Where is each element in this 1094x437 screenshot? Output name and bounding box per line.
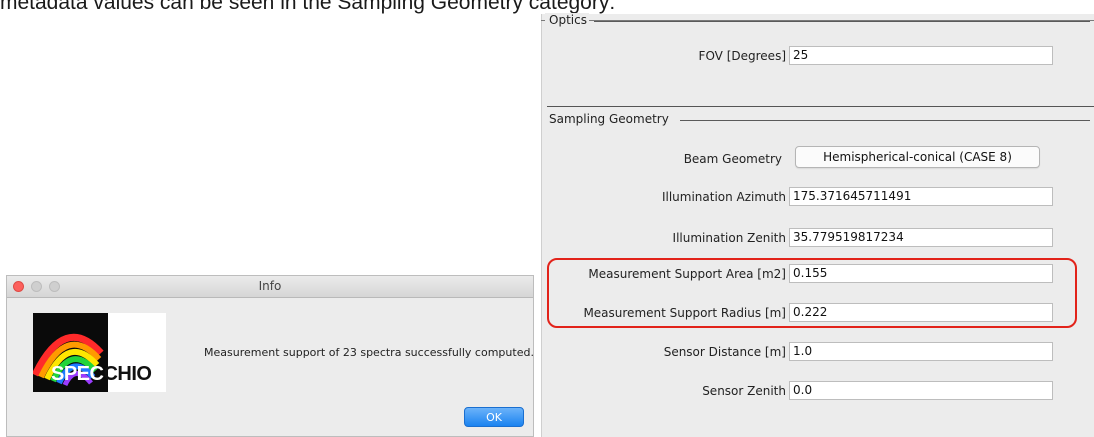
logo-text: SPECCHIO <box>51 363 152 386</box>
sampling-separator-line <box>547 106 1094 107</box>
metadata-panel <box>541 14 1094 437</box>
sampling-group-title: Sampling Geometry <box>545 112 671 128</box>
sensor-distance-label: Sensor Distance [m] <box>663 345 786 359</box>
caption-text: metadata values can be seen in the Sampl… <box>0 0 616 14</box>
specchio-rainbow-logo: SPECCHIO <box>33 313 166 392</box>
sensor-distance-field[interactable]: 1.0 <box>789 342 1053 361</box>
dialog-message: Measurement support of 23 spectra succes… <box>204 346 534 359</box>
dialog-titlebar[interactable]: Info <box>7 276 533 298</box>
dialog-title: Info <box>258 279 282 293</box>
fov-label: FOV [Degrees] <box>698 49 786 63</box>
highlight-annotation-box <box>547 258 1077 328</box>
illumination-zenith-field[interactable]: 35.779519817234 <box>789 228 1053 247</box>
beam-geometry-dropdown[interactable]: Hemispherical-conical (CASE 8) <box>795 146 1040 168</box>
beam-geometry-label: Beam Geometry <box>683 152 782 166</box>
illumination-azimuth-label: Illumination Azimuth <box>661 190 786 204</box>
sensor-zenith-field[interactable]: 0.0 <box>789 381 1053 400</box>
optics-group-line <box>594 21 1090 22</box>
illumination-azimuth-field[interactable]: 175.371645711491 <box>789 187 1053 206</box>
illumination-zenith-label: Illumination Zenith <box>672 231 786 245</box>
logo-text-chio: CHIO <box>103 363 152 385</box>
ok-button[interactable]: OK <box>464 407 524 427</box>
info-dialog: Info SPECCHIO Measurement support of 23 … <box>6 275 534 437</box>
logo-text-spec: SPEC <box>51 363 104 385</box>
fov-field[interactable]: 25 <box>789 46 1053 65</box>
optics-group-title: Optics <box>545 13 589 29</box>
sensor-zenith-label: Sensor Zenith <box>702 384 786 398</box>
sampling-group-line <box>680 120 1090 121</box>
